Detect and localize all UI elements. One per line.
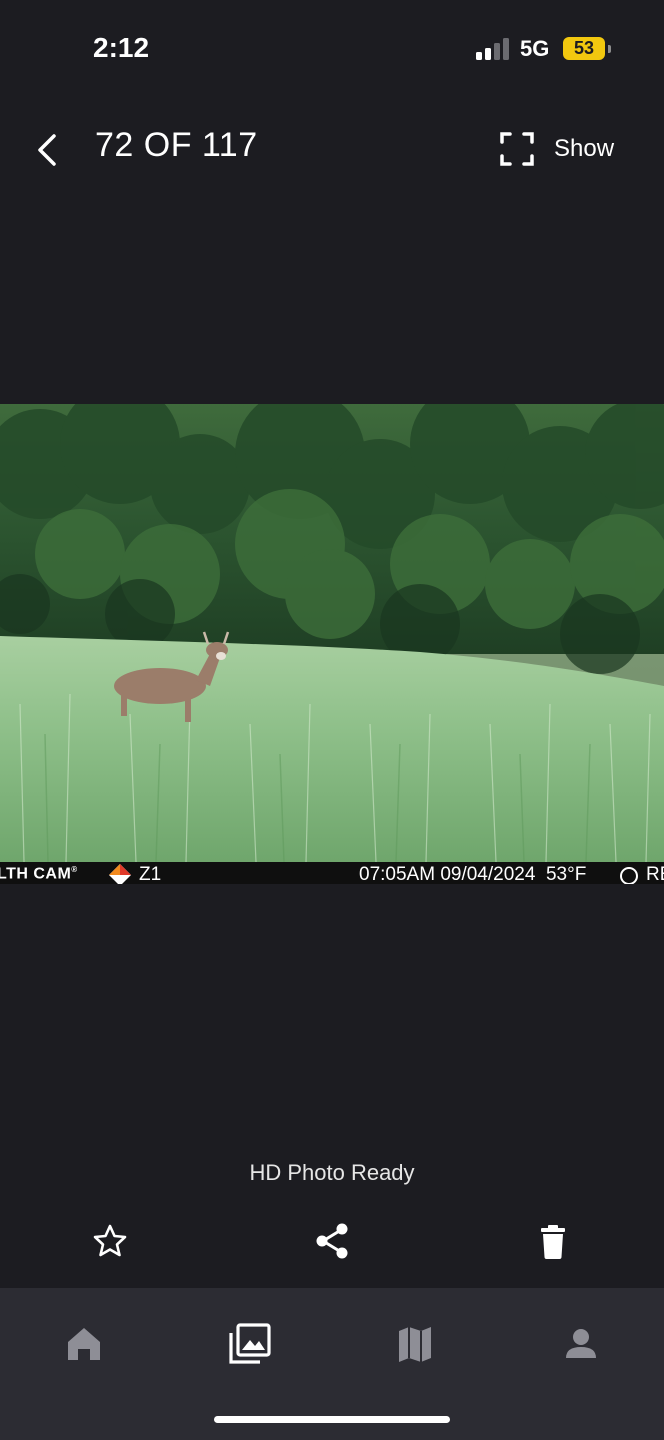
profile-icon — [566, 1329, 596, 1358]
photo-nav-bar: 72 OF 117 Show — [0, 110, 664, 190]
share-button[interactable] — [310, 1219, 354, 1263]
photo-actions — [0, 1215, 664, 1265]
tab-home[interactable] — [56, 1316, 112, 1372]
star-icon — [93, 1224, 127, 1257]
stamp-suffix: RE — [646, 864, 664, 884]
photo-time: 07:05AM — [359, 864, 436, 884]
record-indicator-icon — [620, 867, 638, 884]
tab-profile[interactable] — [553, 1316, 609, 1372]
show-fullscreen-button[interactable]: Show — [498, 128, 628, 172]
status-time: 2:12 — [93, 32, 150, 63]
tab-map[interactable] — [387, 1316, 443, 1372]
battery-level: 53 — [573, 38, 595, 58]
home-indicator — [214, 1416, 450, 1423]
photo-timestamp: 07:05AM 09/04/2024 53°F — [359, 864, 586, 884]
camera-brand: LTH CAM® — [0, 865, 78, 883]
hd-photo-status: HD Photo Ready — [249, 1160, 415, 1185]
map-icon — [399, 1327, 431, 1362]
photo-date: 09/04/2024 — [440, 864, 536, 884]
trail-camera-photo[interactable]: LTH CAM® Z1 07:05AM 09/04/2024 53°F RE — [0, 404, 664, 884]
signal-strength-icon — [476, 38, 509, 60]
status-bar: 2:12 5G 53 — [0, 0, 664, 100]
photo-temperature: 53°F — [545, 864, 587, 884]
share-icon — [316, 1223, 348, 1259]
show-label: Show — [554, 135, 615, 162]
camera-model: Z1 — [139, 864, 162, 884]
camera-info-stamp: LTH CAM® Z1 07:05AM 09/04/2024 53°F RE — [0, 862, 664, 884]
tab-gallery[interactable] — [222, 1316, 278, 1372]
network-type: 5G — [520, 36, 550, 61]
home-icon — [68, 1328, 100, 1360]
favorite-button[interactable] — [88, 1219, 132, 1263]
chevron-left-icon — [38, 134, 56, 166]
battery-icon: 53 — [563, 37, 611, 60]
back-button[interactable] — [30, 128, 70, 172]
gallery-icon — [229, 1323, 271, 1364]
camera-brand-logo-icon — [109, 864, 131, 884]
trademark-mark: ® — [71, 865, 78, 874]
deer-field-photo — [0, 404, 664, 862]
delete-button[interactable] — [531, 1219, 575, 1263]
fullscreen-icon — [500, 132, 534, 166]
photo-counter: 72 OF 117 — [95, 126, 258, 164]
trash-icon — [541, 1225, 565, 1259]
